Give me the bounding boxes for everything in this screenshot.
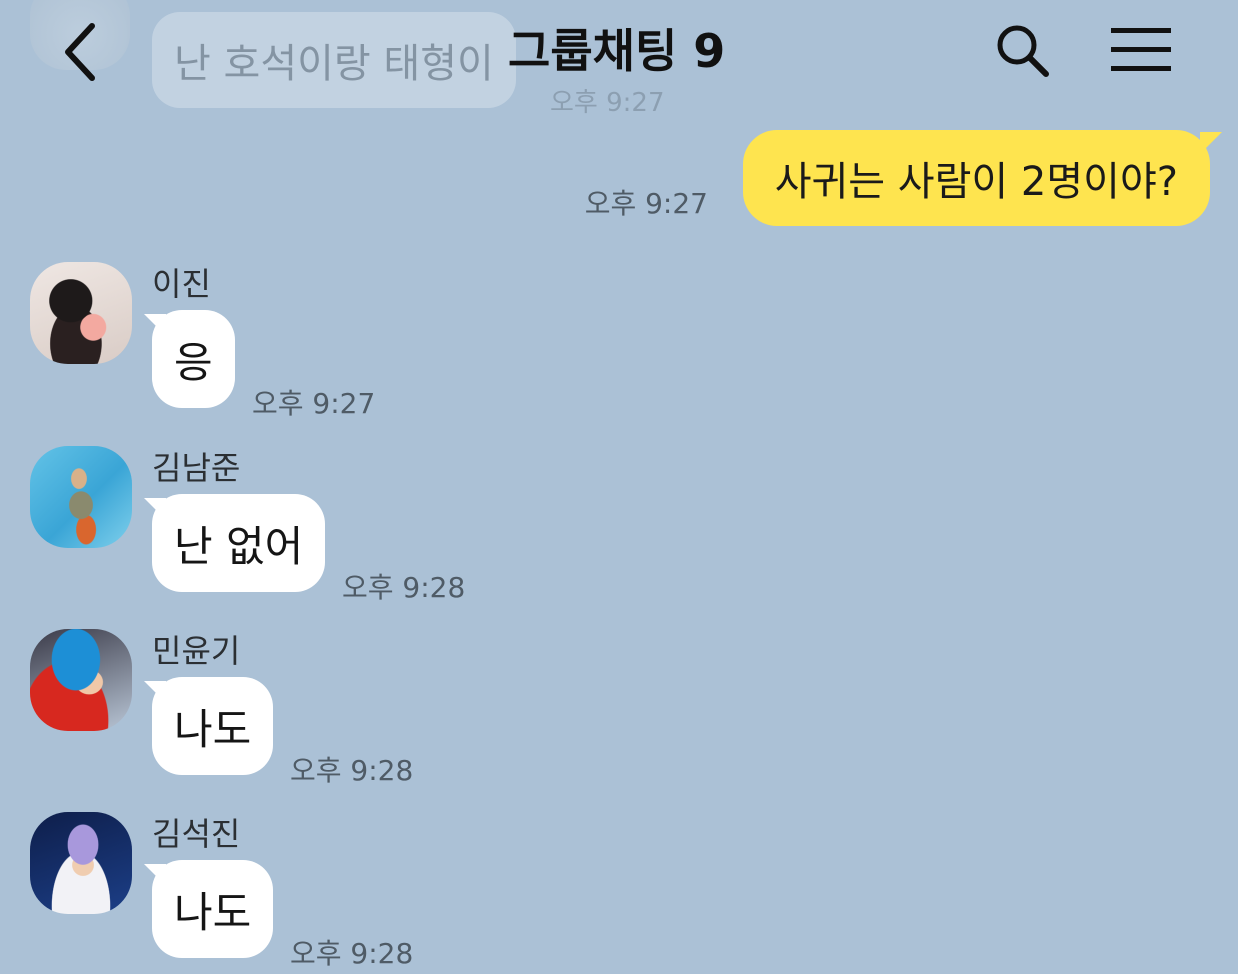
message-bubble[interactable]: 사귀는 사람이 2명이야? [742,130,1210,226]
message-bubble[interactable]: 나도 [152,860,274,958]
message-time: 오후 9:27 [252,387,376,420]
message-time: 오후 9:28 [290,754,414,787]
list-item: 김남준 난 없어 오후 9:28 [0,446,1238,616]
my-message: 오후 9:27 사귀는 사람이 2명이야? [0,128,1238,228]
avatar[interactable] [30,812,132,914]
message-time: 오후 9:28 [290,937,414,970]
list-item: 이진 응 오후 9:27 [0,262,1238,432]
chat-title: 그룹채팅 9 [508,24,726,78]
sender-name: 민윤기 [152,632,241,670]
chat-header: 그룹채팅 9 [0,0,1238,106]
search-icon [997,25,1049,77]
avatar[interactable] [30,629,132,731]
list-item: 김석진 나도 오후 9:28 [0,812,1238,974]
back-arrow-icon [65,23,95,81]
message-time: 오후 9:27 [584,187,708,220]
chat-screen: 난 호석이랑 태형이 오후 9:27 그룹채팅 9 오후 9:27 사귀는 사람… [0,0,1238,974]
avatar[interactable] [30,262,132,364]
back-button[interactable] [52,18,108,86]
menu-icon [1111,28,1171,71]
sender-name: 김석진 [152,815,241,853]
sender-name: 김남준 [152,449,241,487]
avatar[interactable] [30,446,132,548]
message-bubble[interactable]: 응 [152,310,235,408]
message-time: 오후 9:28 [342,571,466,604]
message-bubble[interactable]: 난 없어 [152,494,326,592]
message-bubble[interactable]: 나도 [152,677,274,775]
list-item: 민윤기 나도 오후 9:28 [0,629,1238,799]
menu-button[interactable] [1106,20,1176,80]
search-button[interactable] [990,18,1054,82]
sender-name: 이진 [152,265,211,303]
